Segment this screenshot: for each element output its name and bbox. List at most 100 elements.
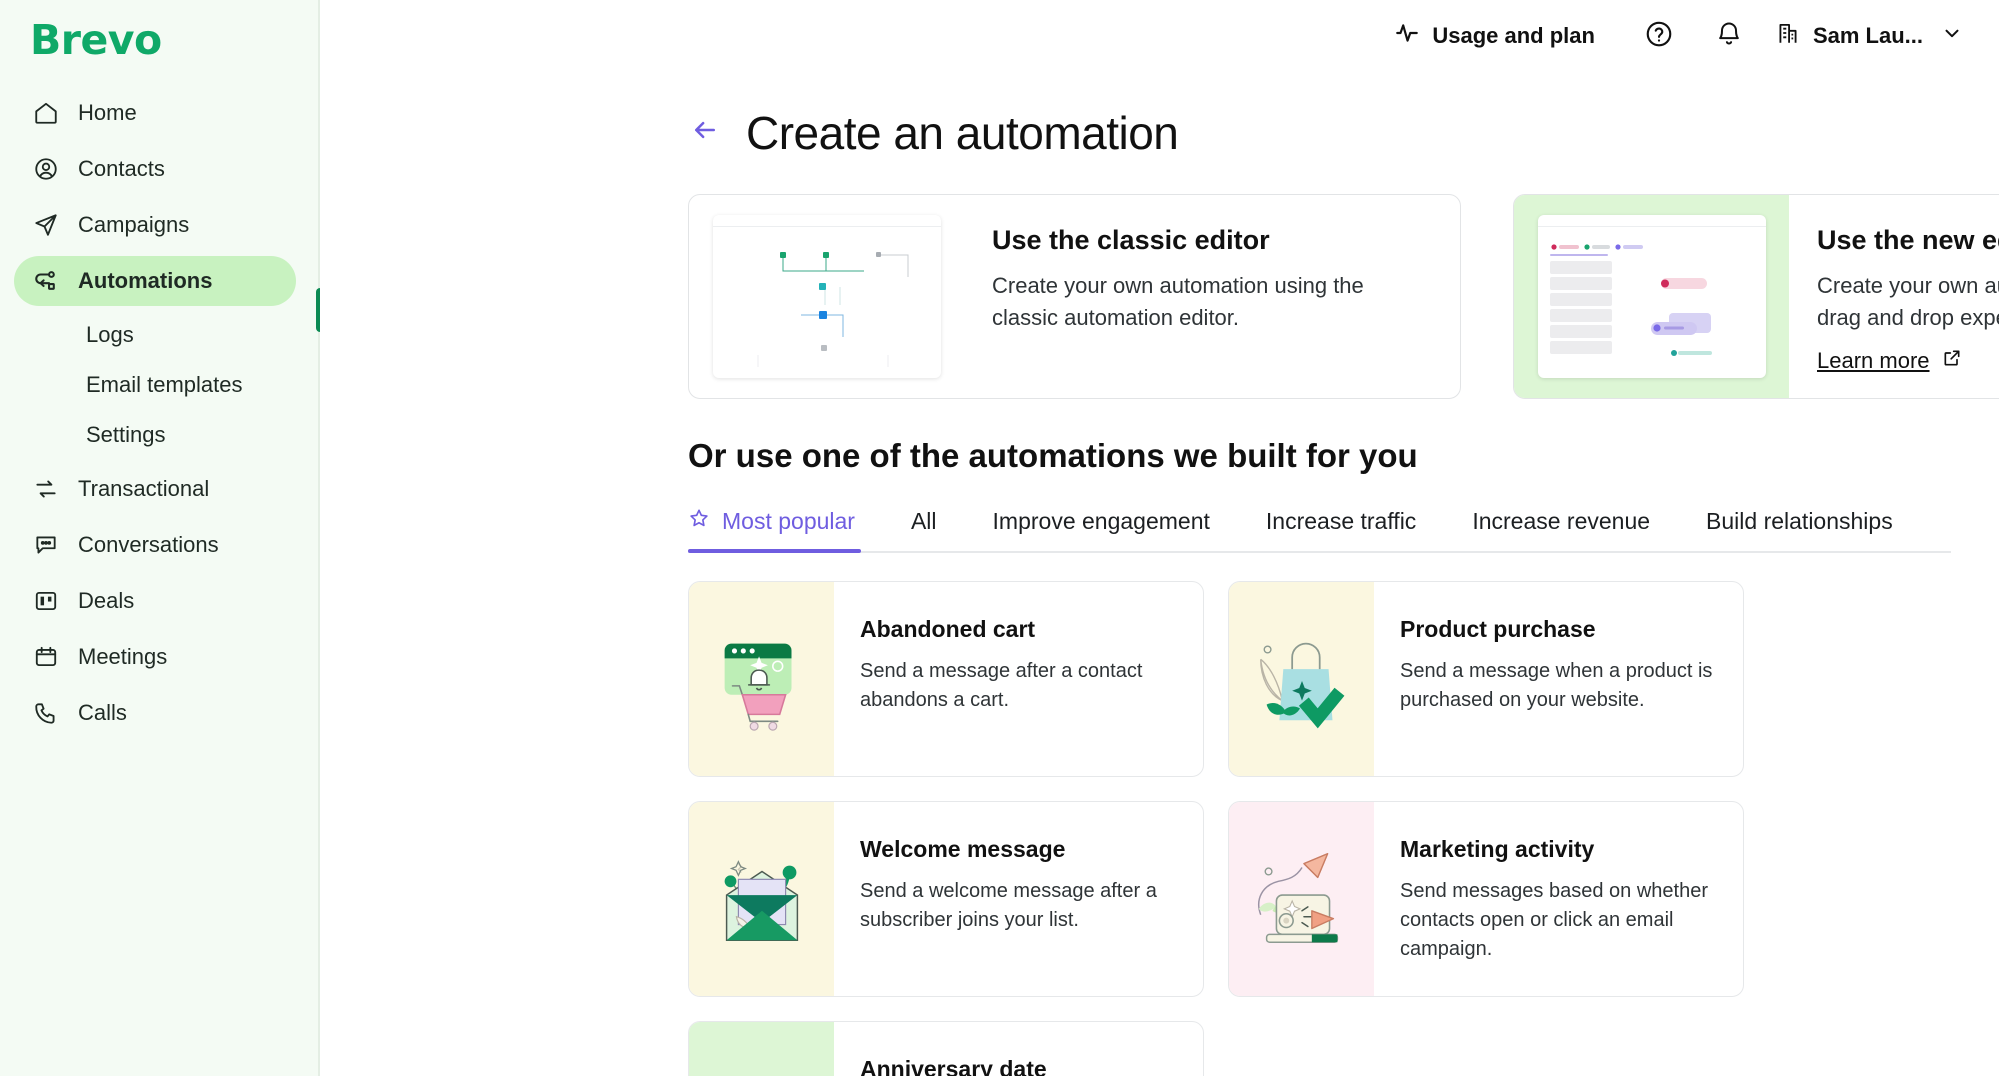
- tab-all[interactable]: All: [883, 508, 965, 551]
- sidebar-item-transactional[interactable]: Transactional: [14, 464, 296, 514]
- classic-editor-title-row: Use the classic editor: [992, 225, 1428, 256]
- template-card-anniversary-date[interactable]: Anniversary date Send a series of messag…: [688, 1021, 1204, 1076]
- learn-more-link[interactable]: Learn more: [1817, 348, 1962, 374]
- sidebar-item-label: Automations: [78, 268, 213, 293]
- template-title: Anniversary date: [860, 1056, 1047, 1076]
- campaigns-icon: [32, 211, 60, 239]
- top-bar: Usage and plan Sam Lau...: [320, 0, 1999, 72]
- usage-and-plan-button[interactable]: Usage and plan: [1394, 20, 1595, 52]
- tab-increase-revenue[interactable]: Increase revenue: [1444, 508, 1678, 551]
- new-editor-desc: Create your own automation using the new…: [1817, 273, 1999, 330]
- thumbnail-titlebar: [712, 215, 941, 227]
- template-title: Welcome message: [860, 836, 1066, 862]
- sidebar-item-conversations[interactable]: Conversations: [14, 520, 296, 570]
- template-body: Welcome message Send a welcome message a…: [834, 802, 1203, 996]
- arrow-left-icon[interactable]: [690, 115, 720, 151]
- sidebar-item-campaigns[interactable]: Campaigns: [14, 200, 296, 250]
- sidebar-item-label: Calls: [78, 700, 127, 725]
- meetings-icon: [32, 643, 60, 671]
- category-tabs: Most popular All Improve engagement Incr…: [688, 507, 1951, 553]
- usage-and-plan-label: Usage and plan: [1432, 23, 1595, 48]
- classic-editor-thumbnail-wrap: [689, 195, 964, 398]
- deals-icon: [32, 587, 60, 615]
- template-title: Product purchase: [1400, 616, 1596, 642]
- section-heading: Or use one of the automations we built f…: [688, 437, 1418, 474]
- sidebar-item-label: Campaigns: [78, 212, 190, 237]
- new-editor-card[interactable]: Use the new editor Beta Create your own …: [1513, 194, 1999, 399]
- brevo-logo[interactable]: Brevo: [0, 8, 318, 82]
- main-content: Usage and plan Sam Lau... Create an auto…: [320, 0, 1999, 1076]
- new-editor-body: Use the new editor Beta Create your own …: [1789, 195, 1999, 398]
- classic-editor-thumbnail: [712, 215, 941, 378]
- sidebar-item-label: Conversations: [78, 532, 219, 557]
- help-button[interactable]: [1635, 12, 1683, 60]
- account-menu[interactable]: Sam Lau...: [1775, 20, 1963, 52]
- template-body: Marketing activity Send messages based o…: [1374, 802, 1743, 996]
- chevron-down-icon: [1941, 22, 1963, 50]
- new-editor-thumbnail-wrap: [1514, 195, 1789, 398]
- tab-most-popular[interactable]: Most popular: [688, 507, 883, 553]
- sidebar-item-contacts[interactable]: Contacts: [14, 144, 296, 194]
- megaphone-laptop-illustration: [1229, 802, 1374, 996]
- contacts-icon: [32, 155, 60, 183]
- classic-editor-body: Use the classic editor Create your own a…: [964, 195, 1460, 398]
- tab-improve-engagement[interactable]: Improve engagement: [965, 508, 1238, 551]
- template-card-product-purchase[interactable]: Product purchase Send a message when a p…: [1228, 581, 1744, 777]
- sidebar-item-settings[interactable]: Settings: [14, 412, 296, 458]
- calendar-balloons-illustration: [689, 1022, 834, 1076]
- template-card-abandoned-cart[interactable]: Abandoned cart Send a message after a co…: [688, 581, 1204, 777]
- editor-options-row: Use the classic editor Create your own a…: [320, 160, 1999, 399]
- classic-editor-title: Use the classic editor: [992, 225, 1270, 255]
- sidebar: Brevo Home Contacts Campaigns Automation…: [0, 0, 324, 1076]
- sidebar-item-automations[interactable]: Automations: [14, 256, 296, 306]
- activity-pulse-icon: [1394, 20, 1420, 52]
- tab-increase-traffic[interactable]: Increase traffic: [1238, 508, 1444, 551]
- sidebar-item-calls[interactable]: Calls: [14, 688, 296, 738]
- star-icon: [688, 507, 710, 535]
- automation-template-grid: Abandoned cart Send a message after a co…: [688, 581, 1951, 1076]
- sidebar-item-logs[interactable]: Logs: [14, 312, 296, 358]
- automations-icon: [32, 267, 60, 295]
- help-circle-icon: [1644, 19, 1674, 54]
- sidebar-item-meetings[interactable]: Meetings: [14, 632, 296, 682]
- sidebar-item-email-templates[interactable]: Email templates: [14, 362, 296, 408]
- home-icon: [32, 99, 60, 127]
- template-desc: Send messages based on whether contacts …: [1400, 880, 1708, 960]
- account-name: Sam Lau...: [1812, 23, 1923, 48]
- bell-icon: [1715, 20, 1743, 53]
- notifications-button[interactable]: [1705, 12, 1753, 60]
- template-title: Abandoned cart: [860, 616, 1036, 642]
- new-editor-title-row: Use the new editor Beta: [1817, 225, 1999, 256]
- sidebar-item-label: Home: [78, 100, 137, 125]
- classic-editor-desc: Create your own automation using the cla…: [992, 273, 1364, 330]
- sidebar-item-home[interactable]: Home: [14, 88, 296, 138]
- page-header: Create an automation: [320, 72, 1999, 160]
- page-title: Create an automation: [746, 107, 1179, 159]
- envelope-illustration: [689, 802, 834, 996]
- app-root: Brevo Home Contacts Campaigns Automation…: [0, 0, 1999, 1076]
- template-card-welcome-message[interactable]: Welcome message Send a welcome message a…: [688, 801, 1204, 997]
- tab-build-relationships[interactable]: Build relationships: [1678, 508, 1921, 551]
- sidebar-item-label: Meetings: [78, 644, 168, 669]
- new-editor-thumbnail: [1537, 215, 1766, 378]
- transactional-icon: [32, 475, 60, 503]
- template-desc: Send a message after a contact abandons …: [860, 660, 1143, 711]
- template-body: Abandoned cart Send a message after a co…: [834, 582, 1203, 776]
- external-link-icon: [1942, 348, 1962, 374]
- conversations-icon: [32, 531, 60, 559]
- building-icon: [1775, 20, 1801, 52]
- sidebar-item-label: Transactional: [78, 476, 210, 501]
- template-desc: Send a message when a product is purchas…: [1400, 660, 1713, 711]
- shopping-bag-illustration: [1229, 582, 1374, 776]
- sidebar-item-label: Contacts: [78, 156, 165, 181]
- sidebar-item-label: Deals: [78, 588, 135, 613]
- abandoned-cart-illustration: [689, 582, 834, 776]
- learn-more-label: Learn more: [1817, 347, 1930, 373]
- new-editor-title: Use the new editor: [1817, 225, 1999, 255]
- sidebar-item-deals[interactable]: Deals: [14, 576, 296, 626]
- template-card-marketing-activity[interactable]: Marketing activity Send messages based o…: [1228, 801, 1744, 997]
- thumbnail-titlebar: [1537, 215, 1766, 227]
- classic-editor-card[interactable]: Use the classic editor Create your own a…: [688, 194, 1461, 399]
- calls-icon: [32, 699, 60, 727]
- template-body: Anniversary date Send a series of messag…: [834, 1022, 1203, 1076]
